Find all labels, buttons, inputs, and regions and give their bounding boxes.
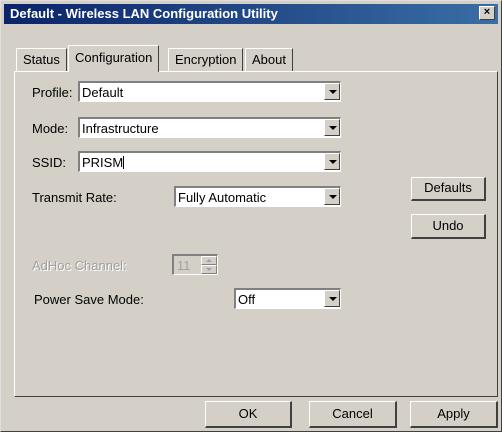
undo-button[interactable]: Undo [411, 214, 486, 239]
power-save-value: Off [238, 292, 256, 307]
chevron-down-icon[interactable] [324, 188, 340, 205]
profile-label: Profile: [32, 85, 73, 100]
tab-configuration[interactable]: Configuration [68, 45, 160, 72]
profile-dropdown[interactable]: Default [78, 81, 341, 102]
tab-label: Encryption [175, 52, 237, 67]
dialog-window: Default - Wireless LAN Configuration Uti… [0, 0, 502, 432]
spin-down-icon [201, 265, 217, 274]
close-icon: × [483, 6, 491, 18]
profile-value: Default [82, 85, 124, 100]
ok-button[interactable]: OK [205, 401, 292, 428]
undo-button-label: Undo [432, 218, 464, 233]
power-save-label: Power Save Mode: [34, 292, 144, 307]
apply-button[interactable]: Apply [410, 401, 498, 428]
defaults-button[interactable]: Defaults [411, 177, 486, 201]
adhoc-channel-spinner: 11 [172, 254, 218, 275]
tab-label: About [252, 52, 286, 67]
tab-about[interactable]: About [245, 48, 293, 71]
cancel-button[interactable]: Cancel [309, 401, 397, 428]
power-save-dropdown[interactable]: Off [234, 288, 341, 309]
mode-value: Infrastructure [82, 121, 159, 136]
transmit-rate-value: Fully Automatic [178, 190, 267, 205]
chevron-down-icon[interactable] [324, 153, 340, 170]
cancel-button-label: Cancel [332, 406, 373, 421]
defaults-button-label: Defaults [424, 180, 472, 195]
text-caret [123, 156, 125, 169]
window-title: Default - Wireless LAN Configuration Uti… [10, 6, 278, 21]
chevron-down-icon[interactable] [324, 119, 340, 136]
ssid-value: PRISM [82, 155, 124, 170]
apply-button-label: Apply [437, 406, 470, 421]
tab-label: Configuration [75, 50, 153, 65]
tab-label: Status [23, 52, 60, 67]
title-bar[interactable]: Default - Wireless LAN Configuration Uti… [4, 4, 498, 24]
transmit-rate-label: Transmit Rate: [32, 190, 117, 205]
spin-up-icon [201, 256, 217, 265]
adhoc-channel-value: 11 [177, 258, 191, 273]
tab-encryption[interactable]: Encryption [168, 48, 244, 71]
tab-status[interactable]: Status [16, 48, 67, 71]
adhoc-channel-label: AdHoc Channel: [32, 258, 127, 273]
ssid-label: SSID: [32, 155, 66, 170]
chevron-down-icon[interactable] [324, 290, 340, 307]
mode-label: Mode: [32, 121, 69, 136]
transmit-rate-dropdown[interactable]: Fully Automatic [174, 186, 341, 207]
mode-dropdown[interactable]: Infrastructure [78, 117, 341, 138]
ok-button-label: OK [238, 406, 258, 421]
ssid-combobox[interactable]: PRISM [78, 151, 341, 172]
ssid-value-container[interactable]: PRISM [82, 155, 125, 170]
close-button[interactable]: × [479, 6, 495, 20]
chevron-down-icon[interactable] [324, 83, 340, 100]
